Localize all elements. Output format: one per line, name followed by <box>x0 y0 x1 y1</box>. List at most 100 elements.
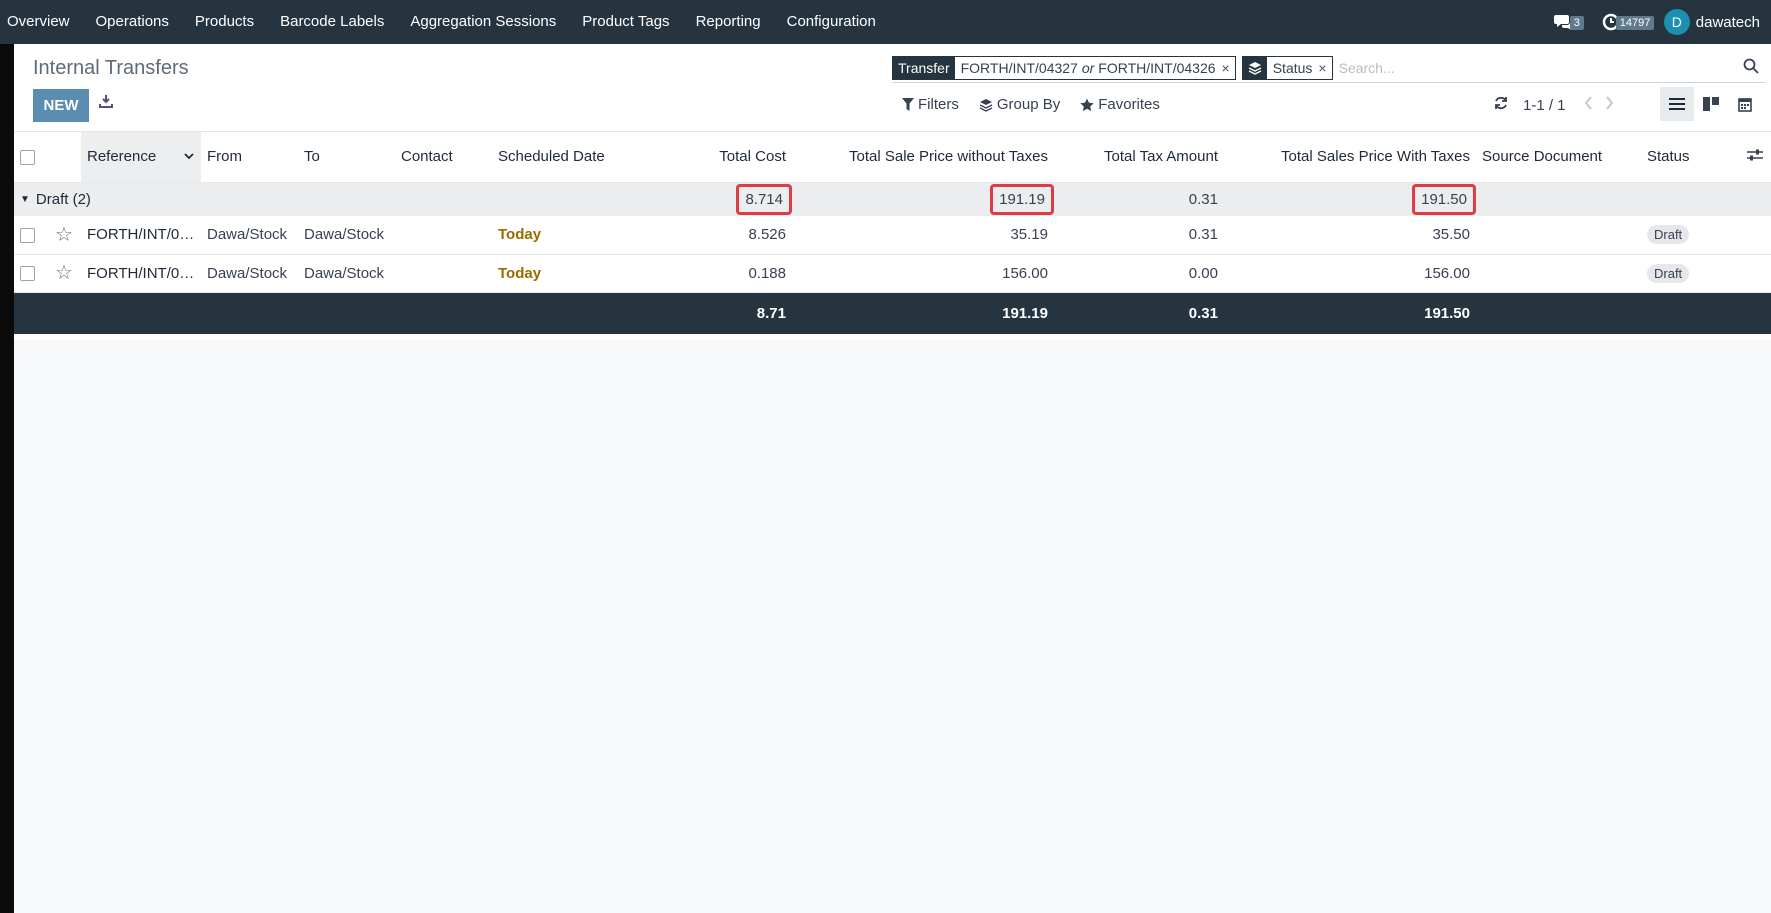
column-header-sale-with-taxes[interactable]: Total Sales Price With Taxes <box>1224 132 1476 182</box>
search-input[interactable] <box>1338 55 1765 80</box>
menu-item-aggregation-sessions[interactable]: Aggregation Sessions <box>397 0 569 44</box>
star-header <box>49 132 81 182</box>
filter-toolbar: Filters Group By Favorites <box>902 96 1180 113</box>
group-sale-w-tax-cell: 191.50 <box>1224 182 1476 216</box>
star-icon[interactable]: ☆ <box>55 224 73 246</box>
cell-scheduled-date: Today <box>498 226 542 244</box>
group-tax: 0.31 <box>1188 190 1218 208</box>
avatar: D <box>1663 9 1690 35</box>
group-label-cell: ▼ Draft (2) <box>14 182 492 216</box>
pager: 1-1 / 1 <box>1494 96 1626 114</box>
group-title: Draft (2) <box>35 190 91 208</box>
cell-sale-w-tax: 35.50 <box>1432 226 1470 244</box>
cell-to: Dawa/Stock <box>304 226 385 244</box>
pager-value[interactable]: 1-1 / 1 <box>1523 97 1566 114</box>
facet-label: Transfer <box>893 56 955 79</box>
row-checkbox[interactable] <box>20 227 35 243</box>
messages-badge: 3 <box>1569 16 1584 30</box>
facet-value-a: FORTH/INT/04327 <box>960 59 1078 76</box>
star-icon[interactable]: ☆ <box>55 262 73 284</box>
download-icon[interactable] <box>99 94 113 112</box>
favorites-button[interactable]: Favorites <box>1080 96 1160 113</box>
group-by-button[interactable]: Group By <box>979 96 1060 113</box>
remove-facet-status-button[interactable]: × <box>1318 57 1331 79</box>
optional-columns-toggle[interactable] <box>1741 132 1771 182</box>
reload-icon[interactable] <box>1494 96 1508 114</box>
messages-button[interactable]: 3 <box>1553 13 1584 31</box>
transfers-table: Reference From To Contact Scheduled Date… <box>14 132 1771 334</box>
page-title: Internal Transfers <box>33 57 189 79</box>
cell-sale-wo-tax: 35.19 <box>1010 226 1048 244</box>
group-total-cost-cell: 8.714 <box>672 182 792 216</box>
new-button[interactable]: NEW <box>33 89 89 122</box>
column-header-to[interactable]: To <box>298 132 395 182</box>
cell-from: Dawa/Stock <box>207 264 288 282</box>
group-total-cost: 8.714 <box>745 190 783 208</box>
column-header-scheduled-date[interactable]: Scheduled Date <box>492 132 672 182</box>
menu-item-operations[interactable]: Operations <box>83 0 182 44</box>
main-menu: Overview Operations Products Barcode Lab… <box>0 0 889 44</box>
layers-icon <box>1242 56 1267 79</box>
activities-button[interactable]: 14797 <box>1602 13 1655 31</box>
facet-value: Status <box>1272 59 1313 76</box>
footer-sale-w-tax: 191.50 <box>1424 304 1470 322</box>
menu-item-products[interactable]: Products <box>182 0 267 44</box>
column-header-sale-without-taxes[interactable]: Total Sale Price without Taxes <box>792 132 1054 182</box>
systray: 3 14797 D dawatech <box>1553 0 1771 44</box>
list-view-button[interactable] <box>1660 87 1694 121</box>
cell-status: Draft <box>1641 216 1741 254</box>
remove-facet-transfer-button[interactable]: × <box>1222 57 1235 79</box>
column-header-from[interactable]: From <box>201 132 298 182</box>
cell-reference[interactable]: FORTH/INT/04... <box>81 254 201 292</box>
search-icon[interactable] <box>1743 58 1759 78</box>
group-label: ▼ Draft (2) <box>20 191 486 208</box>
user-name: dawatech <box>1695 13 1760 31</box>
filters-button[interactable]: Filters <box>902 96 959 113</box>
column-header-status[interactable]: Status <box>1641 132 1741 182</box>
column-header-contact[interactable]: Contact <box>395 132 492 182</box>
menu-item-configuration[interactable]: Configuration <box>774 0 889 44</box>
cell-total-cost: 0.188 <box>748 264 786 282</box>
menu-item-product-tags[interactable]: Product Tags <box>569 0 682 44</box>
pager-previous-button[interactable] <box>1584 96 1593 114</box>
cell-reference[interactable]: FORTH/INT/04... <box>81 216 201 254</box>
user-menu[interactable]: D dawatech <box>1663 9 1760 35</box>
left-edge-strip <box>0 44 14 913</box>
cell-tax: 0.31 <box>1188 226 1218 244</box>
sliders-icon <box>1747 149 1763 161</box>
menu-item-overview[interactable]: Overview <box>0 0 83 44</box>
cell-tax: 0.00 <box>1188 264 1218 282</box>
highlight-box-sale-without-taxes: 191.19 <box>990 183 1054 215</box>
view-switcher <box>1660 87 1762 121</box>
search-bar: Transfer FORTH/INT/04327 or FORTH/INT/04… <box>892 53 1765 83</box>
cell-from: Dawa/Stock <box>207 226 288 244</box>
row-select-cell <box>14 254 49 292</box>
menu-item-reporting[interactable]: Reporting <box>683 0 774 44</box>
search-facet-status: Status × <box>1241 55 1333 80</box>
select-all-checkbox[interactable] <box>20 149 35 165</box>
caret-down-icon: ▼ <box>20 193 30 205</box>
table-row[interactable]: ☆ FORTH/INT/04... Dawa/Stock Dawa/Stock … <box>14 254 1771 292</box>
cell-contact <box>395 254 492 292</box>
facet-value-b: FORTH/INT/04326 <box>1098 59 1216 76</box>
highlight-box-sale-with-taxes: 191.50 <box>1412 183 1476 215</box>
table-row[interactable]: ☆ FORTH/INT/04... Dawa/Stock Dawa/Stock … <box>14 216 1771 254</box>
menu-item-barcode-labels[interactable]: Barcode Labels <box>267 0 397 44</box>
column-header-tax-amount[interactable]: Total Tax Amount <box>1054 132 1224 182</box>
status-badge: Draft <box>1647 225 1690 245</box>
calendar-view-button[interactable] <box>1728 87 1762 121</box>
top-navbar: Overview Operations Products Barcode Lab… <box>0 0 1771 44</box>
facet-value: FORTH/INT/04327 or FORTH/INT/04326 <box>955 57 1222 79</box>
group-row-draft[interactable]: ▼ Draft (2) 8.714 191.19 0.31 191.50 <box>14 182 1771 216</box>
pager-next-button[interactable] <box>1605 96 1614 114</box>
kanban-view-button[interactable] <box>1694 87 1728 121</box>
facet-or: or <box>1081 59 1095 76</box>
column-header-reference[interactable]: Reference <box>81 132 201 182</box>
row-checkbox[interactable] <box>20 266 35 282</box>
column-header-total-cost[interactable]: Total Cost <box>672 132 792 182</box>
kanban-icon <box>1703 97 1719 111</box>
column-header-source-document[interactable]: Source Document <box>1476 132 1641 182</box>
cell-contact <box>395 216 492 254</box>
chevron-left-icon <box>1584 96 1592 110</box>
control-panel: Internal Transfers NEW Transfer FORTH/IN… <box>14 44 1771 132</box>
